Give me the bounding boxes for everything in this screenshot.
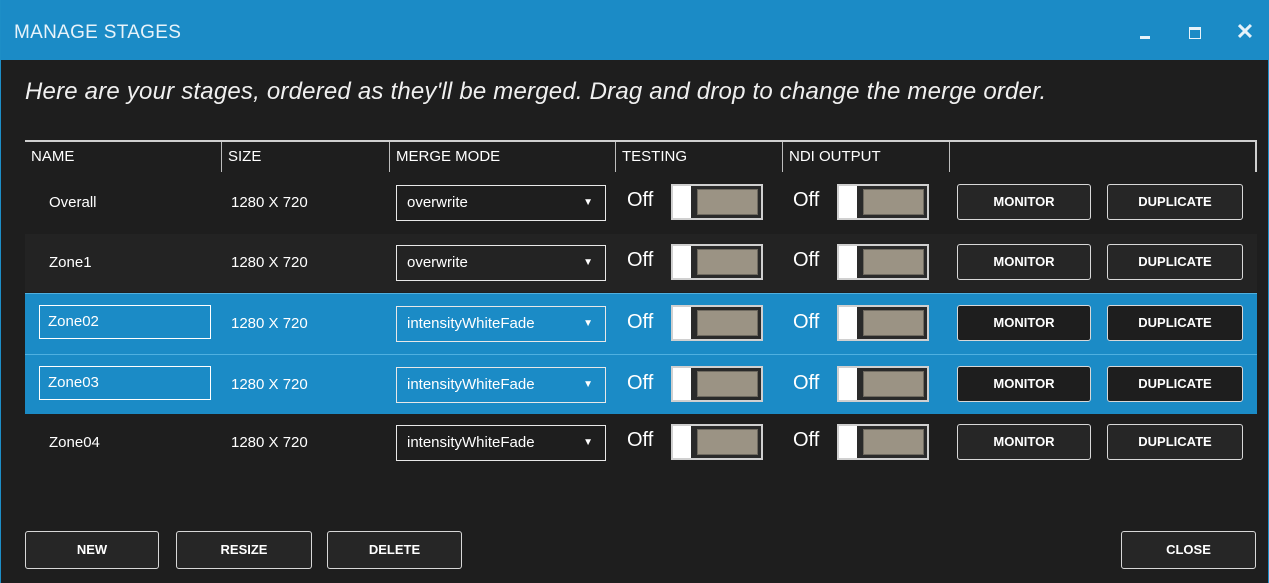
instructions-text: Here are your stages, ordered as they'll… bbox=[25, 78, 1047, 105]
toggle-knob bbox=[673, 246, 691, 278]
merge-mode-value: intensityWhiteFade bbox=[407, 434, 535, 451]
stage-name: Zone1 bbox=[49, 254, 92, 271]
toggle-track bbox=[697, 429, 758, 455]
table-header: NAME SIZE MERGE MODE TESTING NDI OUTPUT bbox=[25, 140, 1257, 172]
merge-mode-value: intensityWhiteFade bbox=[407, 376, 535, 393]
toggle-knob bbox=[673, 307, 691, 339]
toggle-knob bbox=[839, 426, 857, 458]
stage-size: 1280 X 720 bbox=[231, 194, 308, 211]
testing-state-label: Off bbox=[627, 429, 654, 451]
toggle-knob bbox=[839, 368, 857, 400]
monitor-button[interactable]: MONITOR bbox=[957, 184, 1091, 220]
minimize-icon[interactable] bbox=[1131, 18, 1159, 46]
dropdown-arrow-icon: ▼ bbox=[583, 318, 593, 329]
column-header-actions bbox=[950, 142, 1257, 172]
ndi-state-label: Off bbox=[793, 311, 820, 333]
monitor-button[interactable]: MONITOR bbox=[957, 424, 1091, 460]
toggle-track bbox=[863, 189, 924, 215]
testing-state-label: Off bbox=[627, 311, 654, 333]
monitor-button[interactable]: MONITOR bbox=[957, 366, 1091, 402]
toggle-track bbox=[697, 310, 758, 336]
toggle-track bbox=[697, 249, 758, 275]
column-header-ndi-output: NDI OUTPUT bbox=[783, 142, 950, 172]
duplicate-button[interactable]: DUPLICATE bbox=[1107, 244, 1243, 280]
testing-toggle[interactable] bbox=[671, 424, 763, 460]
stage-row-overall[interactable]: Overall 1280 X 720 overwrite ▼ Off Off MO… bbox=[25, 174, 1257, 232]
new-button[interactable]: NEW bbox=[25, 531, 159, 569]
ndi-state-label: Off bbox=[793, 249, 820, 271]
ndi-output-toggle[interactable] bbox=[837, 424, 929, 460]
stage-name: Zone04 bbox=[49, 434, 100, 451]
toggle-track bbox=[863, 429, 924, 455]
toggle-track bbox=[697, 371, 758, 397]
merge-mode-select[interactable]: intensityWhiteFade ▼ bbox=[396, 306, 606, 342]
ndi-output-toggle[interactable] bbox=[837, 305, 929, 341]
resize-button[interactable]: RESIZE bbox=[176, 531, 312, 569]
duplicate-button[interactable]: DUPLICATE bbox=[1107, 184, 1243, 220]
stage-name: Overall bbox=[49, 194, 97, 211]
duplicate-button[interactable]: DUPLICATE bbox=[1107, 366, 1243, 402]
monitor-button[interactable]: MONITOR bbox=[957, 244, 1091, 280]
toggle-track bbox=[697, 189, 758, 215]
testing-state-label: Off bbox=[627, 372, 654, 394]
monitor-button[interactable]: MONITOR bbox=[957, 305, 1091, 341]
ndi-state-label: Off bbox=[793, 189, 820, 211]
duplicate-button[interactable]: DUPLICATE bbox=[1107, 305, 1243, 341]
merge-mode-select[interactable]: intensityWhiteFade ▼ bbox=[396, 425, 606, 461]
stage-name-input[interactable]: Zone02 bbox=[39, 305, 211, 339]
column-header-name: NAME bbox=[25, 142, 222, 172]
dropdown-arrow-icon: ▼ bbox=[583, 379, 593, 390]
close-button[interactable]: CLOSE bbox=[1121, 531, 1256, 569]
stage-size: 1280 X 720 bbox=[231, 434, 308, 451]
testing-state-label: Off bbox=[627, 189, 654, 211]
ndi-state-label: Off bbox=[793, 372, 820, 394]
toggle-knob bbox=[673, 426, 691, 458]
ndi-output-toggle[interactable] bbox=[837, 184, 929, 220]
toggle-track bbox=[863, 371, 924, 397]
merge-mode-select[interactable]: overwrite ▼ bbox=[396, 245, 606, 281]
maximize-icon[interactable] bbox=[1181, 18, 1209, 46]
delete-button[interactable]: DELETE bbox=[327, 531, 462, 569]
stage-size: 1280 X 720 bbox=[231, 376, 308, 393]
stage-row-zone1[interactable]: Zone1 1280 X 720 overwrite ▼ Off Off MONI… bbox=[25, 234, 1257, 292]
dropdown-arrow-icon: ▼ bbox=[583, 197, 593, 208]
column-header-size: SIZE bbox=[222, 142, 390, 172]
duplicate-button[interactable]: DUPLICATE bbox=[1107, 424, 1243, 460]
column-header-merge-mode: MERGE MODE bbox=[390, 142, 616, 172]
merge-mode-select[interactable]: overwrite ▼ bbox=[396, 185, 606, 221]
stage-size: 1280 X 720 bbox=[231, 315, 308, 332]
testing-toggle[interactable] bbox=[671, 244, 763, 280]
merge-mode-value: overwrite bbox=[407, 194, 468, 211]
ndi-state-label: Off bbox=[793, 429, 820, 451]
close-window-icon[interactable]: ✕ bbox=[1231, 18, 1259, 46]
window-title: MANAGE STAGES bbox=[14, 22, 182, 43]
ndi-output-toggle[interactable] bbox=[837, 244, 929, 280]
stage-name-input[interactable]: Zone03 bbox=[39, 366, 211, 400]
stage-row-zone02[interactable]: Zone02 1280 X 720 intensityWhiteFade ▼ Of… bbox=[25, 293, 1257, 354]
testing-state-label: Off bbox=[627, 249, 654, 271]
dropdown-arrow-icon: ▼ bbox=[583, 257, 593, 268]
manage-stages-window: MANAGE STAGES ✕ Here are your stages, or… bbox=[0, 0, 1269, 583]
testing-toggle[interactable] bbox=[671, 184, 763, 220]
toggle-knob bbox=[673, 186, 691, 218]
stage-row-zone04[interactable]: Zone04 1280 X 720 intensityWhiteFade ▼ Of… bbox=[25, 414, 1257, 472]
merge-mode-value: overwrite bbox=[407, 254, 468, 271]
toggle-knob bbox=[673, 368, 691, 400]
ndi-output-toggle[interactable] bbox=[837, 366, 929, 402]
dropdown-arrow-icon: ▼ bbox=[583, 437, 593, 448]
toggle-track bbox=[863, 310, 924, 336]
toggle-knob bbox=[839, 186, 857, 218]
title-bar[interactable]: MANAGE STAGES ✕ bbox=[1, 0, 1269, 60]
column-header-testing: TESTING bbox=[616, 142, 783, 172]
testing-toggle[interactable] bbox=[671, 305, 763, 341]
stage-row-zone03[interactable]: Zone03 1280 X 720 intensityWhiteFade ▼ Of… bbox=[25, 354, 1257, 414]
toggle-knob bbox=[839, 307, 857, 339]
toggle-knob bbox=[839, 246, 857, 278]
merge-mode-value: intensityWhiteFade bbox=[407, 315, 535, 332]
stage-size: 1280 X 720 bbox=[231, 254, 308, 271]
toggle-track bbox=[863, 249, 924, 275]
testing-toggle[interactable] bbox=[671, 366, 763, 402]
merge-mode-select[interactable]: intensityWhiteFade ▼ bbox=[396, 367, 606, 403]
